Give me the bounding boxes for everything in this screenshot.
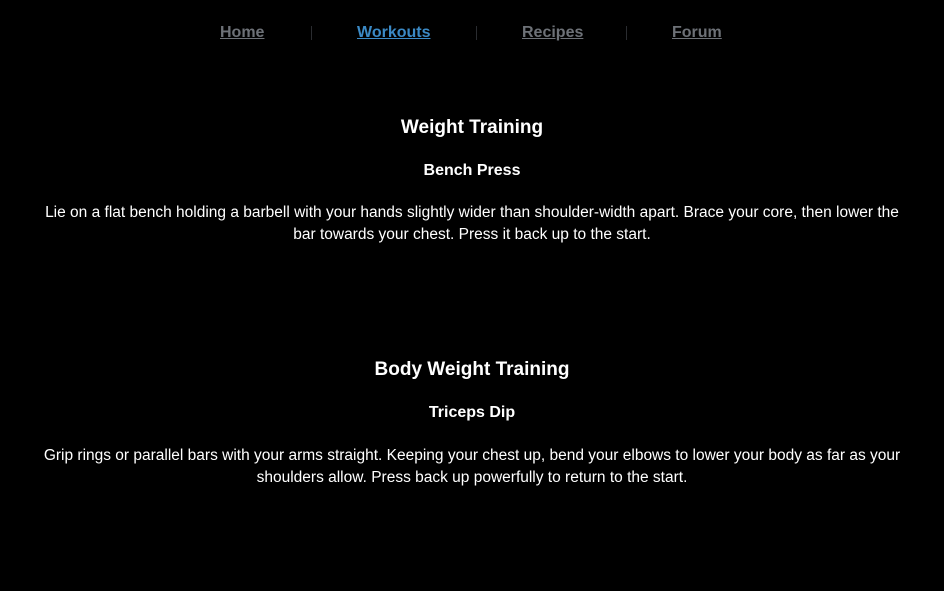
section-body-weight-training: Body Weight Training Triceps Dip Grip ri… [0, 358, 944, 489]
exercise-title: Triceps Dip [428, 404, 516, 421]
section-title: Body Weight Training [374, 359, 570, 380]
main-nav: Home Workouts Recipes Forum [0, 24, 944, 50]
exercise-title: Bench Press [423, 162, 521, 179]
exercise-description: Lie on a flat bench holding a barbell wi… [45, 204, 899, 243]
section-weight-training: Weight Training Bench Press Lie on a fla… [0, 116, 944, 246]
nav-separator [626, 26, 627, 40]
section-title: Weight Training [400, 117, 544, 138]
nav-separator [476, 26, 477, 40]
nav-link-home[interactable]: Home [220, 24, 264, 42]
exercise-description: Grip rings or parallel bars with your ar… [43, 447, 901, 486]
nav-link-recipes[interactable]: Recipes [522, 24, 583, 42]
nav-separator [311, 26, 312, 40]
nav-link-workouts[interactable]: Workouts [357, 24, 430, 42]
nav-link-forum[interactable]: Forum [672, 24, 722, 42]
